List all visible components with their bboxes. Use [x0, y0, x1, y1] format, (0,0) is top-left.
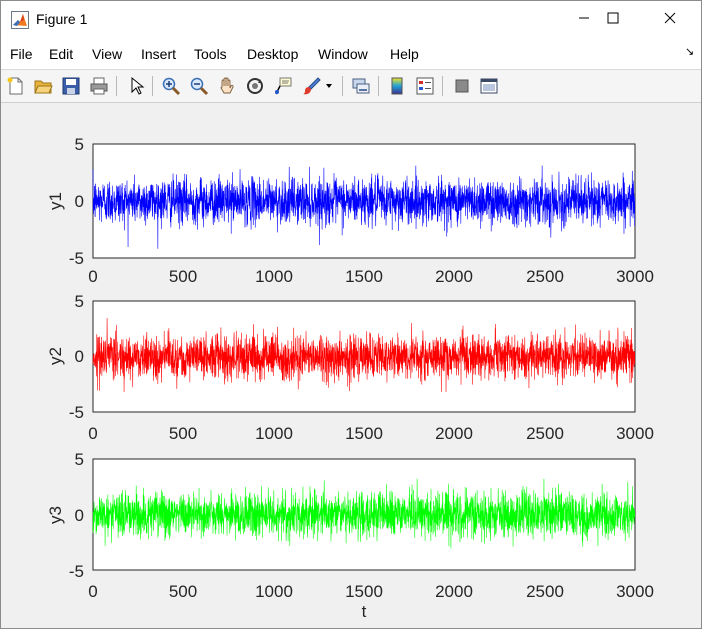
xtick-label: 0 [88, 424, 97, 443]
minimize-icon [578, 11, 590, 29]
brush-icon[interactable] [299, 74, 323, 98]
xtick-label: 3000 [616, 267, 654, 286]
menu-file[interactable]: File [10, 46, 33, 62]
xtick-label: 1000 [255, 424, 293, 443]
new-figure-icon[interactable] [4, 74, 28, 98]
menu-view[interactable]: View [92, 46, 122, 62]
ytick-label: -5 [69, 403, 84, 422]
ytick-label: -5 [69, 562, 84, 581]
toolbar-separator [152, 76, 153, 96]
xtick-label: 2000 [435, 582, 473, 601]
figure-canvas: 5 0 -5 0 500 1000 1500 2000 2500 3000 y1… [46, 135, 654, 621]
zoom-out-icon[interactable] [187, 74, 211, 98]
menu-insert[interactable]: Insert [141, 46, 176, 62]
xtick-label: 0 [88, 582, 97, 601]
menu-bar: File Edit View Insert Tools Desktop Wind… [1, 39, 701, 69]
xtick-label: 0 [88, 267, 97, 286]
xtick-label: 1000 [255, 267, 293, 286]
menu-edit[interactable]: Edit [49, 46, 73, 62]
legend-icon[interactable] [413, 74, 437, 98]
print-icon[interactable] [87, 74, 111, 98]
xtick-label: 1500 [345, 424, 383, 443]
xtick-label: 500 [169, 424, 197, 443]
xtick-label: 1500 [345, 582, 383, 601]
subplot-y2: 5 0 -5 0 500 1000 1500 2000 2500 3000 y2 [46, 292, 654, 443]
xtick-label: 3000 [616, 424, 654, 443]
matlab-logo-icon [11, 11, 29, 29]
subplot-y3: 5 0 -5 0 500 1000 1500 2000 2500 3000 y3… [46, 450, 654, 621]
figure-window: Figure 1 File Edit View Insert Tools Des… [0, 0, 702, 629]
xtick-label: 500 [169, 267, 197, 286]
ytick-label: -5 [69, 249, 84, 268]
y-axis-label: y3 [46, 506, 65, 524]
subplot-y1: 5 0 -5 0 500 1000 1500 2000 2500 3000 y1 [46, 135, 654, 286]
xtick-label: 2000 [435, 424, 473, 443]
open-file-icon[interactable] [31, 74, 55, 98]
dock-arrow-icon[interactable]: ↘ [685, 45, 694, 58]
link-plot-icon[interactable] [349, 74, 373, 98]
ytick-label: 0 [75, 192, 84, 211]
ytick-label: 0 [75, 347, 84, 366]
title-bar[interactable]: Figure 1 [1, 1, 701, 39]
toolbar-separator [378, 76, 379, 96]
ytick-label: 0 [75, 506, 84, 525]
y-axis-label: y1 [46, 192, 65, 210]
y-axis-label: y2 [46, 347, 65, 365]
hide-plot-tools-icon[interactable] [450, 74, 474, 98]
menu-window[interactable]: Window [318, 46, 368, 62]
menu-tools[interactable]: Tools [194, 46, 227, 62]
xtick-label: 2500 [526, 424, 564, 443]
rotate-3d-icon[interactable] [243, 74, 267, 98]
figure-toolbar [1, 69, 701, 103]
x-axis-label: t [362, 602, 367, 621]
pan-hand-icon[interactable] [215, 74, 239, 98]
xtick-label: 1500 [345, 267, 383, 286]
colorbar-icon[interactable] [385, 74, 409, 98]
menu-desktop[interactable]: Desktop [247, 46, 298, 62]
toolbar-separator [442, 76, 443, 96]
data-cursor-icon[interactable] [271, 74, 295, 98]
select-arrow-icon[interactable] [124, 74, 148, 98]
save-icon[interactable] [59, 74, 83, 98]
ytick-label: 5 [75, 135, 84, 154]
zoom-in-icon[interactable] [159, 74, 183, 98]
brush-dropdown-icon[interactable] [323, 74, 335, 98]
xtick-label: 2500 [526, 267, 564, 286]
window-title: Figure 1 [36, 11, 88, 27]
close-icon [664, 11, 676, 29]
xtick-label: 3000 [616, 582, 654, 601]
maximize-button[interactable] [590, 1, 636, 39]
xtick-label: 500 [169, 582, 197, 601]
xtick-label: 2500 [526, 582, 564, 601]
ytick-label: 5 [75, 292, 84, 311]
xtick-label: 2000 [435, 267, 473, 286]
close-button[interactable] [647, 1, 693, 39]
ytick-label: 5 [75, 450, 84, 469]
xtick-label: 1000 [255, 582, 293, 601]
show-plot-tools-icon[interactable] [477, 74, 501, 98]
toolbar-separator [116, 76, 117, 96]
toolbar-separator [342, 76, 343, 96]
menu-help[interactable]: Help [390, 46, 419, 62]
maximize-icon [607, 11, 619, 29]
